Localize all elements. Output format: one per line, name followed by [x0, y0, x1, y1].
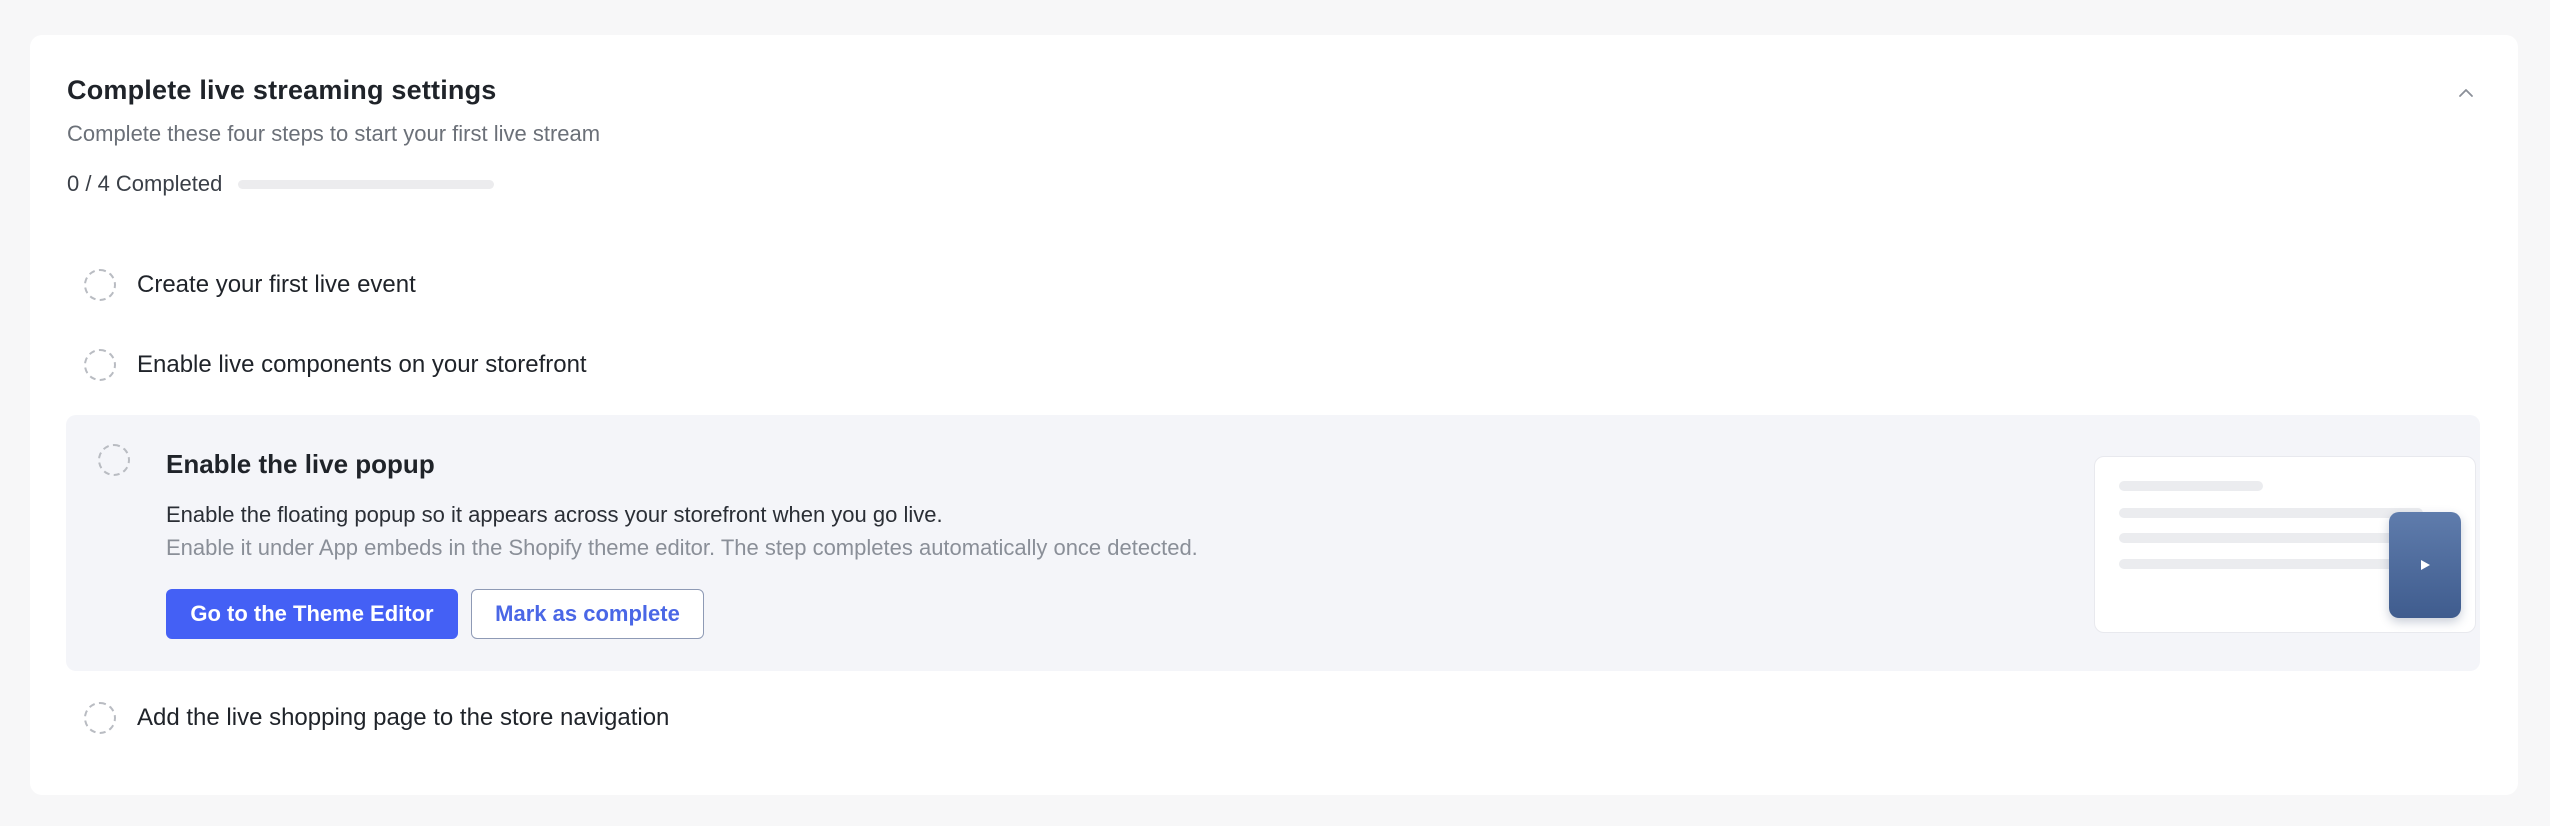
skeleton-line	[2119, 481, 2263, 491]
floating-popup-widget	[2389, 512, 2461, 618]
step-title: Enable the live popup	[166, 449, 435, 479]
step-description: Enable the floating popup so it appears …	[166, 502, 943, 527]
step-status-circle-icon	[84, 702, 116, 734]
collapse-button[interactable]	[2448, 75, 2484, 111]
live-popup-preview	[2094, 456, 2476, 633]
step-status-circle-icon	[84, 349, 116, 381]
progress-bar	[238, 179, 495, 189]
skeleton-line	[2119, 508, 2423, 518]
go-to-theme-editor-button[interactable]: Go to the Theme Editor	[166, 589, 458, 639]
skeleton-line	[2119, 533, 2423, 543]
step-create-live-event[interactable]: Create your first live event	[84, 269, 416, 301]
progress-row: 0 / 4 Completed	[67, 171, 495, 197]
step-title: Add the live shopping page to the store …	[137, 704, 670, 731]
step-title: Enable live components on your storefron…	[137, 351, 587, 378]
step-add-live-shopping-page[interactable]: Add the live shopping page to the store …	[84, 702, 669, 734]
chevron-up-icon	[2459, 89, 2473, 97]
step-status-circle-icon	[84, 269, 116, 301]
skeleton-line	[2119, 559, 2423, 569]
step-enable-live-popup-expanded: Enable the live popup Enable the floatin…	[66, 415, 2480, 671]
step-hint: Enable it under App embeds in the Shopif…	[166, 535, 1198, 560]
card-title: Complete live streaming settings	[67, 75, 497, 105]
play-icon	[2421, 560, 2430, 570]
step-enable-live-components[interactable]: Enable live components on your storefron…	[84, 349, 587, 381]
step-status-circle-icon	[98, 444, 130, 476]
progress-label: 0 / 4 Completed	[67, 171, 223, 196]
onboarding-card: Complete live streaming settings Complet…	[30, 35, 2518, 795]
step-title: Create your first live event	[137, 271, 416, 298]
mark-as-complete-button[interactable]: Mark as complete	[471, 589, 704, 639]
card-subtitle: Complete these four steps to start your …	[67, 121, 601, 146]
